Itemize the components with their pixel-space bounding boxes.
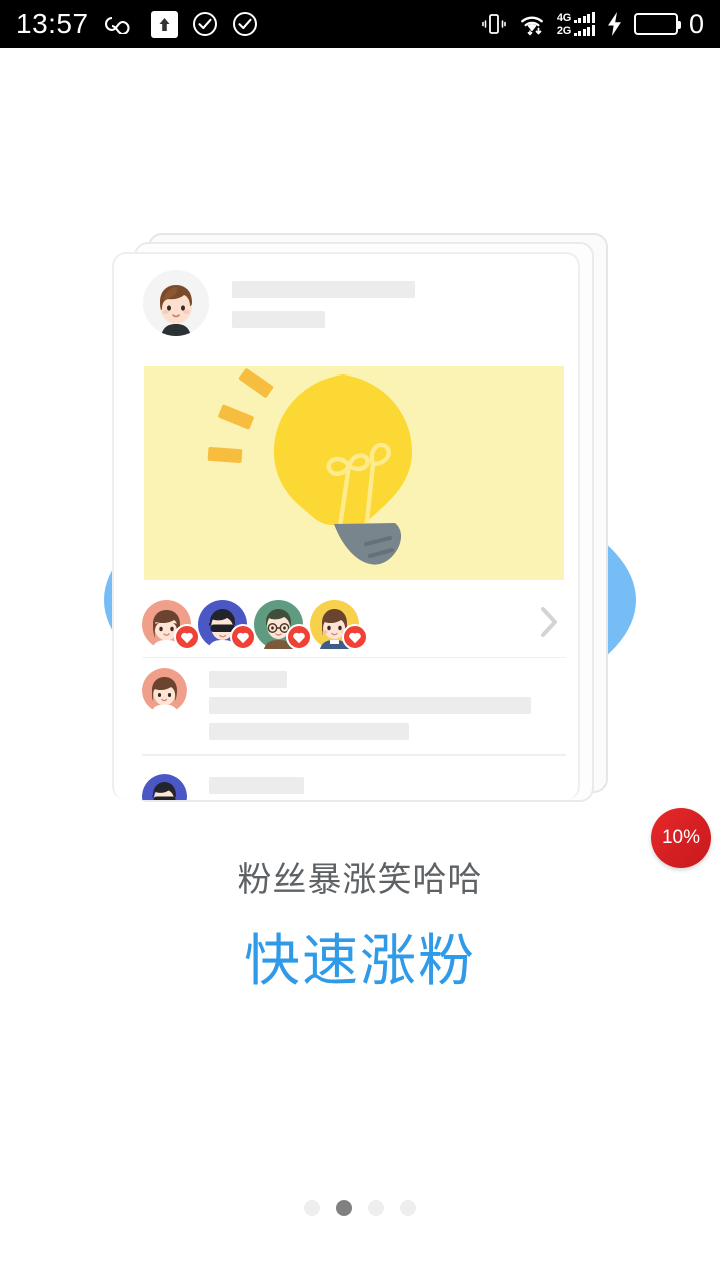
placeholder-bar xyxy=(232,281,415,298)
heart-icon xyxy=(230,624,256,650)
illustration-area: 10% xyxy=(0,48,720,868)
post-header xyxy=(143,270,415,336)
upload-box-icon xyxy=(150,10,178,38)
onboarding-screen: 13:57 4G 2G 0 10% 粉丝暴涨笑哈哈 快速涨粉 xyxy=(0,0,720,1280)
battery-icon xyxy=(633,13,681,35)
page-dot[interactable] xyxy=(368,1200,384,1216)
page-dot[interactable] xyxy=(304,1200,320,1216)
status-bar: 13:57 4G 2G 0 xyxy=(0,0,720,48)
liker-avatar-girl-bob[interactable] xyxy=(142,600,200,650)
post-author-placeholder-lines xyxy=(232,270,415,336)
page-dot-active[interactable] xyxy=(336,1200,352,1216)
comment-placeholder-lines xyxy=(209,774,467,800)
comment-row[interactable] xyxy=(142,668,566,740)
placeholder-bar xyxy=(209,777,304,794)
liker-avatar-row[interactable] xyxy=(142,592,566,658)
heart-icon xyxy=(342,624,368,650)
status-bar-right: 4G 2G 0 xyxy=(481,8,704,39)
signal-bars-icon: 4G 2G xyxy=(556,12,595,37)
check-circle-icon xyxy=(232,11,258,37)
battery-percent-label: 0 xyxy=(688,8,704,39)
check-circle-icon xyxy=(192,11,218,37)
comment-row[interactable] xyxy=(142,774,566,800)
placeholder-bar xyxy=(209,697,531,714)
network-type-primary: 4G xyxy=(556,12,571,24)
comment-avatar-girl-bob[interactable] xyxy=(142,668,187,713)
liker-avatar-man-glasses[interactable] xyxy=(254,600,312,650)
liker-avatar-girl-ponytail[interactable] xyxy=(310,600,368,650)
placeholder-bar xyxy=(209,723,409,740)
post-author-avatar[interactable] xyxy=(143,270,209,336)
heart-icon xyxy=(286,624,312,650)
vibrate-icon xyxy=(481,11,507,37)
page-dot[interactable] xyxy=(400,1200,416,1216)
onboarding-page-dots[interactable] xyxy=(0,1200,720,1216)
placeholder-bar xyxy=(232,311,325,328)
onboarding-subtitle: 粉丝暴涨笑哈哈 xyxy=(237,861,483,899)
network-type-secondary: 2G xyxy=(556,25,571,37)
wifi-icon xyxy=(518,12,546,36)
infinity-icon xyxy=(103,14,137,34)
comment-divider xyxy=(142,754,566,756)
feed-post-card[interactable] xyxy=(112,252,580,800)
chevron-right-icon[interactable] xyxy=(538,605,560,644)
placeholder-bar xyxy=(209,671,287,688)
status-bar-clock: 13:57 xyxy=(16,8,89,39)
status-bar-left: 13:57 xyxy=(16,10,258,38)
heart-icon xyxy=(174,624,200,650)
lightbulb-hero-image[interactable] xyxy=(144,366,564,580)
charging-bolt-icon xyxy=(606,11,623,37)
liker-avatar-man-sunglasses[interactable] xyxy=(198,600,256,650)
comment-avatar-man-sunglasses[interactable] xyxy=(142,774,187,800)
comment-placeholder-lines xyxy=(209,668,531,740)
onboarding-title: 快速涨粉 xyxy=(244,929,476,992)
